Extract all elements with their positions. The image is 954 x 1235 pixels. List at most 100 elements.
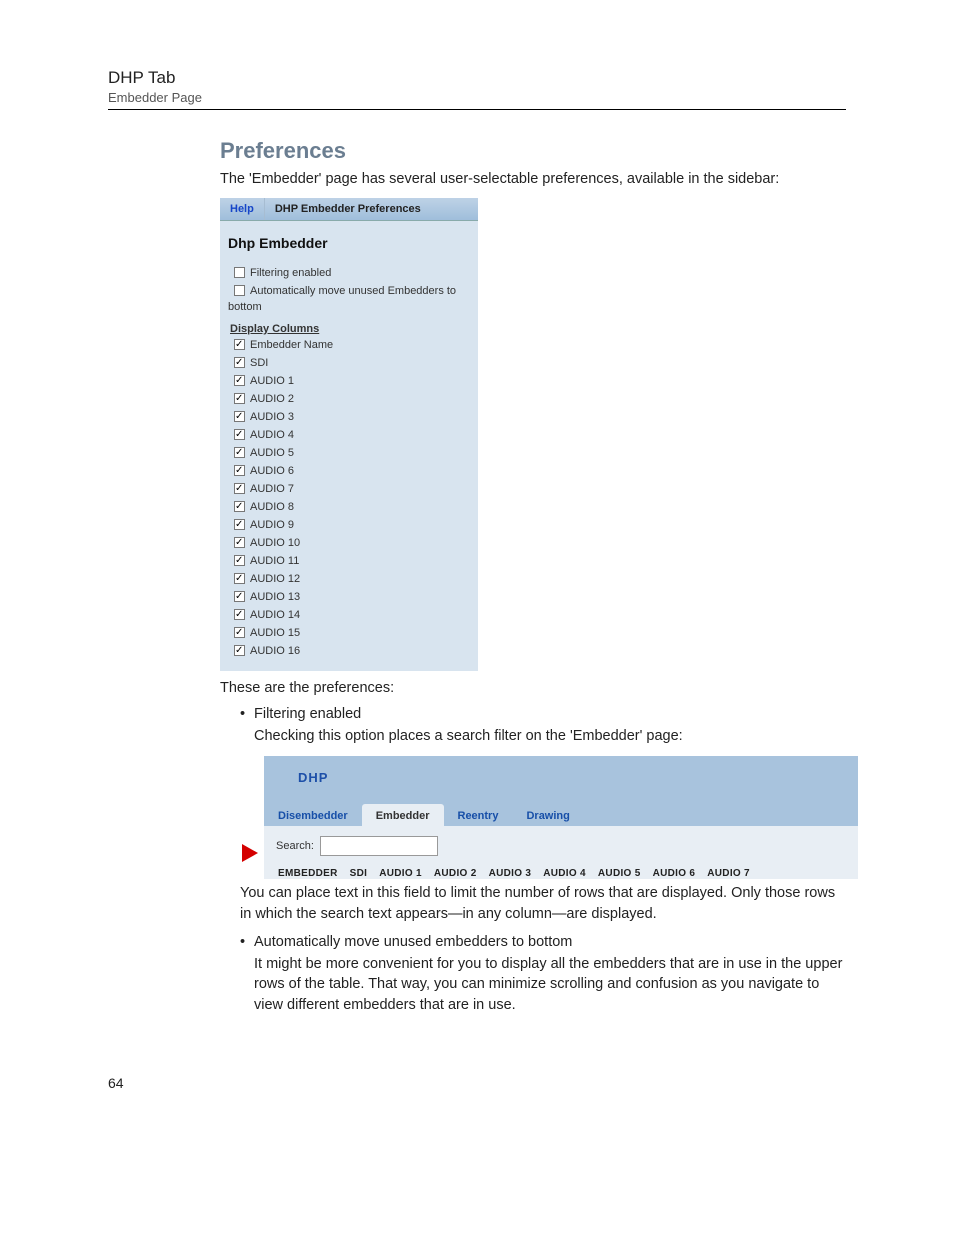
display-columns-label: Display Columns xyxy=(230,323,470,335)
checkbox-icon[interactable] xyxy=(234,501,245,512)
column-header: EMBEDDER xyxy=(272,868,344,879)
display-column-label: AUDIO 16 xyxy=(250,643,300,659)
column-header: AUDIO 2 xyxy=(428,868,483,879)
header-subtitle: Embedder Page xyxy=(108,90,846,105)
column-header: AUDIO 4 xyxy=(537,868,592,879)
column-header: AUDIO 1 xyxy=(373,868,428,879)
checkbox-icon[interactable] xyxy=(234,555,245,566)
bullet-title: Automatically move unused embedders to b… xyxy=(254,934,846,950)
dhp-label: DHP xyxy=(298,770,328,785)
embedder-columns: EMBEDDERSDIAUDIO 1AUDIO 2AUDIO 3AUDIO 4A… xyxy=(264,866,858,879)
checkbox-icon[interactable] xyxy=(234,537,245,548)
display-column-item[interactable]: AUDIO 2 xyxy=(228,391,470,407)
preferences-panel-body: Dhp Embedder Filtering enabled Automatic… xyxy=(220,221,478,671)
checkbox-icon[interactable] xyxy=(234,285,245,296)
embedder-tabs: Disembedder Embedder Reentry Drawing xyxy=(264,800,858,826)
display-column-item[interactable]: AUDIO 6 xyxy=(228,463,470,479)
display-column-label: AUDIO 11 xyxy=(250,553,299,569)
preferences-panel: Help DHP Embedder Preferences Dhp Embedd… xyxy=(220,198,478,671)
pref-label: Filtering enabled xyxy=(250,265,331,281)
preferences-panel-title: DHP Embedder Preferences xyxy=(265,198,431,220)
checkbox-icon[interactable] xyxy=(234,465,245,476)
display-column-label: AUDIO 15 xyxy=(250,625,300,641)
page-header: DHP Tab Embedder Page xyxy=(108,68,846,110)
checkbox-icon[interactable] xyxy=(234,627,245,638)
display-column-label: AUDIO 4 xyxy=(250,427,294,443)
display-column-item[interactable]: AUDIO 16 xyxy=(228,643,470,659)
embedder-panel: DHP Disembedder Embedder Reentry Drawing… xyxy=(264,756,858,879)
display-column-item[interactable]: AUDIO 10 xyxy=(228,535,470,551)
bullet-auto-move-desc: It might be more convenient for you to d… xyxy=(254,954,846,1015)
column-header: AUDIO 5 xyxy=(592,868,647,879)
display-columns-list: Embedder Name SDI AUDIO 1 AUDIO 2 AUDIO 3 AUD… xyxy=(228,337,470,659)
display-column-item[interactable]: AUDIO 11 xyxy=(228,553,470,569)
display-column-label: AUDIO 3 xyxy=(250,409,294,425)
pref-auto-move[interactable]: Automatically move unused Embedders to xyxy=(228,283,470,299)
display-column-label: AUDIO 7 xyxy=(250,481,294,497)
section-heading: Preferences xyxy=(220,138,846,164)
checkbox-icon[interactable] xyxy=(234,645,245,656)
bullet-list: • Filtering enabled Checking this option… xyxy=(240,706,846,1015)
checkbox-icon[interactable] xyxy=(234,429,245,440)
checkbox-icon[interactable] xyxy=(234,483,245,494)
display-column-label: AUDIO 10 xyxy=(250,535,300,551)
pref-filtering-enabled[interactable]: Filtering enabled xyxy=(228,265,470,281)
display-column-label: AUDIO 6 xyxy=(250,463,294,479)
display-column-label: AUDIO 13 xyxy=(250,589,300,605)
tab-disembedder[interactable]: Disembedder xyxy=(264,804,362,826)
checkbox-icon[interactable] xyxy=(234,573,245,584)
display-column-label: AUDIO 12 xyxy=(250,571,300,587)
intro-text: The 'Embedder' page has several user-sel… xyxy=(220,170,846,190)
after-panel-text: These are the preferences: xyxy=(220,679,846,699)
column-header: AUDIO 7 xyxy=(701,868,756,879)
display-column-item[interactable]: AUDIO 8 xyxy=(228,499,470,515)
display-column-item[interactable]: AUDIO 3 xyxy=(228,409,470,425)
display-column-item[interactable]: AUDIO 9 xyxy=(228,517,470,533)
checkbox-icon[interactable] xyxy=(234,339,245,350)
display-column-item[interactable]: AUDIO 14 xyxy=(228,607,470,623)
header-title: DHP Tab xyxy=(108,68,846,88)
display-column-item[interactable]: AUDIO 5 xyxy=(228,445,470,461)
bullet-mark: • xyxy=(240,934,254,950)
checkbox-icon[interactable] xyxy=(234,393,245,404)
display-column-item[interactable]: AUDIO 12 xyxy=(228,571,470,587)
content: Preferences The 'Embedder' page has seve… xyxy=(220,138,846,1015)
checkbox-icon[interactable] xyxy=(234,609,245,620)
display-column-item[interactable]: AUDIO 15 xyxy=(228,625,470,641)
bullet-filtering: • Filtering enabled xyxy=(240,706,846,722)
checkbox-icon[interactable] xyxy=(234,411,245,422)
display-column-label: AUDIO 2 xyxy=(250,391,294,407)
bullet-mark: • xyxy=(240,706,254,722)
embedder-screenshot: DHP Disembedder Embedder Reentry Drawing… xyxy=(240,756,846,879)
column-header: SDI xyxy=(344,868,374,879)
after-embedder-text: You can place text in this field to limi… xyxy=(240,883,846,924)
display-column-item[interactable]: Embedder Name xyxy=(228,337,470,353)
display-column-item[interactable]: AUDIO 1 xyxy=(228,373,470,389)
search-input[interactable] xyxy=(320,836,438,856)
checkbox-icon[interactable] xyxy=(234,357,245,368)
display-column-label: AUDIO 5 xyxy=(250,445,294,461)
preferences-panel-header: Help DHP Embedder Preferences xyxy=(220,198,478,221)
checkbox-icon[interactable] xyxy=(234,267,245,278)
display-column-item[interactable]: AUDIO 4 xyxy=(228,427,470,443)
page: DHP Tab Embedder Page Preferences The 'E… xyxy=(0,0,954,1131)
display-column-label: AUDIO 9 xyxy=(250,517,294,533)
display-column-item[interactable]: SDI xyxy=(228,355,470,371)
embedder-top-bar: DHP xyxy=(264,756,858,800)
checkbox-icon[interactable] xyxy=(234,591,245,602)
bullet-title: Filtering enabled xyxy=(254,706,846,722)
display-column-label: AUDIO 14 xyxy=(250,607,300,623)
checkbox-icon[interactable] xyxy=(234,519,245,530)
display-column-label: AUDIO 1 xyxy=(250,373,294,389)
search-label: Search: xyxy=(276,840,314,852)
checkbox-icon[interactable] xyxy=(234,447,245,458)
tab-reentry[interactable]: Reentry xyxy=(444,804,513,826)
tab-drawing[interactable]: Drawing xyxy=(512,804,583,826)
tab-embedder[interactable]: Embedder xyxy=(362,804,444,826)
preferences-heading: Dhp Embedder xyxy=(228,235,470,251)
display-column-item[interactable]: AUDIO 13 xyxy=(228,589,470,605)
checkbox-icon[interactable] xyxy=(234,375,245,386)
help-link[interactable]: Help xyxy=(220,198,265,220)
display-column-item[interactable]: AUDIO 7 xyxy=(228,481,470,497)
column-header: AUDIO 3 xyxy=(483,868,538,879)
